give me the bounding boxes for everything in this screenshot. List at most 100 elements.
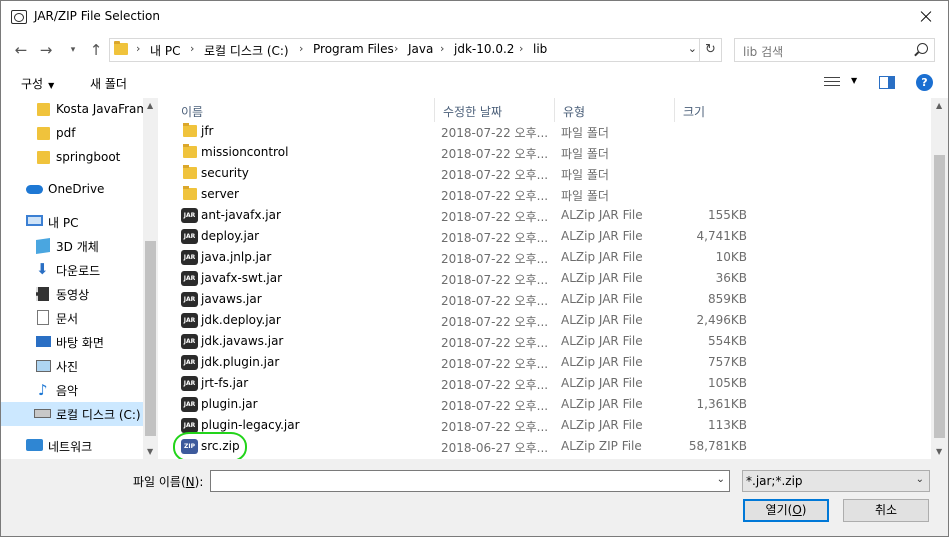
file-row[interactable]: JAR ant-javafx.jar 2018-07-22 오후... ALZi…: [173, 205, 931, 226]
caret-down-icon[interactable]: ▼: [851, 76, 857, 85]
scroll-up-icon[interactable]: ▲: [936, 101, 942, 110]
scroll-down-icon[interactable]: ▼: [936, 447, 942, 456]
file-type-filter[interactable]: *.jar;*.zip ⌄: [742, 470, 930, 492]
forward-button[interactable]: →: [35, 39, 57, 61]
file-name: deploy.jar: [201, 229, 260, 243]
column-header-label: 수정한 날짜: [443, 105, 503, 119]
column-header-name[interactable]: ^ 이름: [173, 98, 435, 122]
file-row[interactable]: security 2018-07-22 오후... 파일 폴더: [173, 163, 931, 184]
file-row[interactable]: JAR jdk.deploy.jar 2018-07-22 오후... ALZi…: [173, 310, 931, 331]
file-type: ALZip JAR File: [561, 397, 643, 411]
file-date: 2018-07-22 오후...: [441, 399, 549, 413]
file-row[interactable]: JAR jdk.plugin.jar 2018-07-22 오후... ALZi…: [173, 352, 931, 373]
file-row[interactable]: server 2018-07-22 오후... 파일 폴더: [173, 184, 931, 205]
filename-label-text: 파일 이름(: [133, 475, 186, 489]
file-row[interactable]: JAR jrt-fs.jar 2018-07-22 오후... ALZip JA…: [173, 373, 931, 394]
breadcrumb-lib[interactable]: lib: [533, 42, 547, 56]
breadcrumb-program-files[interactable]: Program Files: [313, 42, 394, 56]
scroll-up-icon[interactable]: ▲: [147, 101, 153, 110]
file-name: server: [201, 187, 239, 201]
search-input[interactable]: lib 검색: [734, 38, 935, 62]
nav-item-documents[interactable]: 문서: [1, 306, 143, 330]
nav-item-kosta[interactable]: Kosta JavaFrame: [1, 98, 155, 122]
nav-item-springboot[interactable]: springboot: [1, 146, 143, 170]
recent-locations-button[interactable]: ▾: [62, 39, 84, 61]
open-button[interactable]: 열기(O): [743, 499, 829, 522]
file-type-filter-value: *.jar;*.zip: [746, 474, 803, 488]
cancel-button[interactable]: 취소: [843, 499, 929, 522]
file-row[interactable]: missioncontrol 2018-07-22 오후... 파일 폴더: [173, 142, 931, 163]
chevron-right-icon[interactable]: ›: [136, 42, 140, 55]
nav-item-pictures[interactable]: 사진: [1, 354, 143, 378]
file-name: jdk.javaws.jar: [201, 334, 284, 348]
file-row[interactable]: jfr 2018-07-22 오후... 파일 폴더: [173, 121, 931, 142]
nav-item-network[interactable]: 네트워크: [1, 434, 143, 458]
nav-item-label: 다운로드: [56, 264, 101, 278]
column-header-date[interactable]: 수정한 날짜: [435, 98, 555, 122]
scroll-thumb[interactable]: [145, 241, 156, 436]
up-button[interactable]: ↑: [85, 39, 107, 61]
scroll-down-icon[interactable]: ▼: [147, 447, 153, 456]
chevron-right-icon[interactable]: ›: [190, 42, 194, 55]
nav-item-music[interactable]: ♪ 음악: [1, 378, 143, 402]
refresh-button[interactable]: ↻: [700, 38, 722, 62]
new-folder-button[interactable]: 새 폴더: [90, 75, 127, 92]
nav-item-pdf[interactable]: pdf: [1, 122, 143, 146]
nav-item-onedrive[interactable]: OneDrive: [1, 178, 143, 202]
file-name: javaws.jar: [201, 292, 262, 306]
column-header-type[interactable]: 유형: [555, 98, 675, 122]
close-button[interactable]: [902, 1, 948, 33]
file-name: plugin.jar: [201, 397, 258, 411]
folder-icon: [183, 123, 197, 137]
file-row[interactable]: ZIP src.zip 2018-06-27 오후... ALZip ZIP F…: [173, 436, 931, 457]
title-bar: JAR/ZIP File Selection: [1, 1, 948, 33]
nav-item-local-disk[interactable]: 로컬 디스크 (C:): [1, 402, 143, 426]
breadcrumb-local-disk[interactable]: 로컬 디스크 (C:): [204, 42, 289, 59]
breadcrumb-java[interactable]: Java: [408, 42, 433, 56]
file-row[interactable]: JAR jdk.javaws.jar 2018-07-22 오후... ALZi…: [173, 331, 931, 352]
filename-input[interactable]: ⌄: [210, 470, 730, 492]
scroll-thumb[interactable]: [934, 155, 945, 438]
back-button[interactable]: ←: [10, 39, 32, 61]
file-size: 859KB: [707, 292, 747, 306]
jar-file-icon: JAR: [181, 208, 198, 223]
help-icon[interactable]: ?: [916, 74, 933, 91]
file-date: 2018-06-27 오후...: [441, 441, 549, 455]
chevron-down-icon[interactable]: ⌄: [717, 474, 725, 485]
nav-item-videos[interactable]: 동영상: [1, 282, 143, 306]
file-row[interactable]: JAR deploy.jar 2018-07-22 오후... ALZip JA…: [173, 226, 931, 247]
nav-scrollbar[interactable]: ▲ ▼: [143, 98, 158, 459]
file-type: 파일 폴더: [561, 147, 609, 161]
chevron-right-icon[interactable]: ›: [394, 42, 398, 55]
chevron-down-icon[interactable]: ⌄: [688, 42, 697, 55]
file-name: security: [201, 166, 249, 180]
chevron-right-icon[interactable]: ›: [299, 42, 303, 55]
nav-item-downloads[interactable]: ⬇ 다운로드: [1, 258, 143, 282]
file-date: 2018-07-22 오후...: [441, 315, 549, 329]
file-row[interactable]: JAR plugin-legacy.jar 2018-07-22 오후... A…: [173, 415, 931, 436]
file-name: jfr: [201, 124, 214, 138]
preview-pane-icon[interactable]: [879, 76, 895, 89]
folder-icon: [114, 41, 128, 55]
nav-item-label: 문서: [56, 312, 79, 326]
nav-item-this-pc[interactable]: 내 PC: [1, 210, 143, 234]
address-bar[interactable]: › 내 PC › 로컬 디스크 (C:) › Program Files › J…: [109, 38, 700, 62]
chevron-right-icon[interactable]: ›: [519, 42, 523, 55]
file-row[interactable]: JAR javafx-swt.jar 2018-07-22 오후... ALZi…: [173, 268, 931, 289]
nav-item-3d-objects[interactable]: 3D 개체: [1, 234, 143, 258]
chevron-right-icon[interactable]: ›: [440, 42, 444, 55]
breadcrumb-this-pc[interactable]: 내 PC: [150, 42, 180, 59]
view-details-icon[interactable]: [824, 76, 840, 88]
file-list-scrollbar[interactable]: ▲ ▼: [931, 98, 948, 459]
nav-item-desktop[interactable]: 바탕 화면: [1, 330, 143, 354]
file-size: 4,741KB: [696, 229, 747, 243]
search-icon: [917, 43, 928, 54]
file-row[interactable]: JAR plugin.jar 2018-07-22 오후... ALZip JA…: [173, 394, 931, 415]
jar-file-icon: JAR: [181, 376, 198, 391]
organize-button[interactable]: 구성 ▼: [21, 75, 54, 92]
file-row[interactable]: JAR javaws.jar 2018-07-22 오후... ALZip JA…: [173, 289, 931, 310]
breadcrumb-jdk[interactable]: jdk-10.0.2: [454, 42, 514, 56]
file-row[interactable]: JAR java.jnlp.jar 2018-07-22 오후... ALZip…: [173, 247, 931, 268]
column-header-size[interactable]: 크기: [675, 98, 755, 122]
column-header-label: 이름: [181, 105, 204, 119]
